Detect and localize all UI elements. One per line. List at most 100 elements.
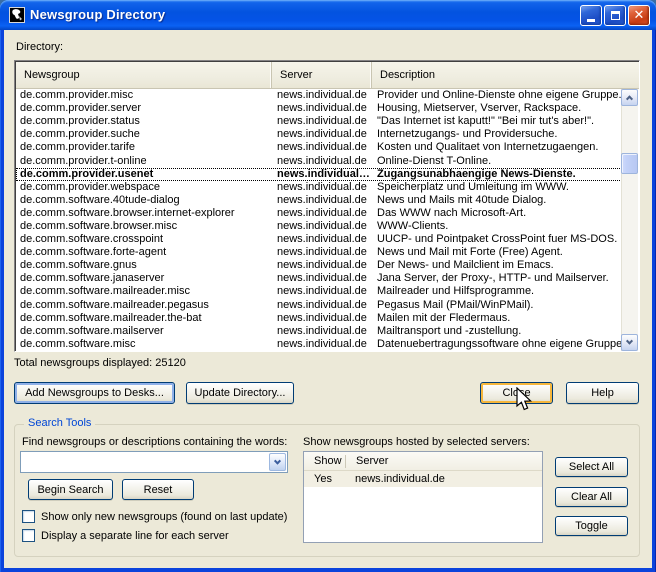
table-row[interactable]: de.comm.software.mailreader.pegasus news.… bbox=[16, 299, 622, 312]
cell-server: news.individual.de bbox=[277, 324, 367, 337]
separate-line-checkbox[interactable] bbox=[22, 529, 35, 542]
cell-newsgroup: de.comm.software.gnus bbox=[20, 259, 137, 272]
update-directory-button[interactable]: Update Directory... bbox=[186, 382, 294, 404]
column-header-description[interactable]: Description bbox=[372, 62, 639, 88]
scroll-up-button[interactable] bbox=[621, 89, 638, 106]
show-new-newsgroups-checkbox[interactable] bbox=[22, 510, 35, 523]
select-all-button[interactable]: Select All bbox=[555, 457, 628, 477]
table-row[interactable]: de.comm.provider.t-online news.individual… bbox=[16, 154, 622, 167]
table-row[interactable]: de.comm.provider.tarife news.individual.d… bbox=[16, 141, 622, 154]
cell-description: Zugangsunabhaengige News-Dienste. bbox=[377, 167, 576, 180]
cell-newsgroup: de.comm.software.mailreader.the-bat bbox=[20, 311, 202, 324]
titlebar[interactable]: Newsgroup Directory ✕ bbox=[0, 0, 656, 30]
total-newsgroups-label: Total newsgroups displayed: 25120 bbox=[14, 357, 186, 369]
table-row[interactable]: de.comm.provider.misc news.individual.de P… bbox=[16, 89, 622, 102]
cell-server: news.individual.de bbox=[277, 141, 367, 154]
table-row[interactable]: de.comm.software.gnus news.individual.de D… bbox=[16, 259, 622, 272]
cell-server: news.individual.de bbox=[277, 219, 367, 232]
cell-description: Jana Server, der Proxy-, HTTP- und Mails… bbox=[377, 272, 609, 285]
cell-description: News und Mails mit 40tude Dialog. bbox=[377, 193, 547, 206]
reset-button[interactable]: Reset bbox=[122, 479, 194, 500]
table-row[interactable]: de.comm.software.browser.internet-explor… bbox=[16, 207, 622, 220]
cell-server: news.individual.de bbox=[277, 154, 367, 167]
clear-all-button[interactable]: Clear All bbox=[555, 487, 628, 507]
cell-server: news.individual.de bbox=[277, 259, 367, 272]
cell-newsgroup: de.comm.software.misc bbox=[20, 337, 136, 350]
servers-label: Show newsgroups hosted by selected serve… bbox=[303, 436, 530, 448]
cell-server: news.individual.de bbox=[277, 311, 367, 324]
newsgroup-table: Newsgroup Server Description de.comm.provi… bbox=[14, 60, 640, 352]
cell-description: Kosten und Qualitaet von Internetzugaeng… bbox=[377, 141, 599, 154]
table-row[interactable]: de.comm.software.40tude-dialog news.indiv… bbox=[16, 194, 622, 207]
cell-description: Das WWW nach Microsoft-Art. bbox=[377, 206, 527, 219]
separate-line-label: Display a separate line for each server bbox=[41, 529, 229, 542]
cell-server: news.individual.de bbox=[277, 89, 367, 102]
add-newsgroups-button[interactable]: Add Newsgroups to Desks... bbox=[14, 382, 175, 404]
table-row[interactable]: de.comm.software.mailreader.the-bat news.… bbox=[16, 312, 622, 325]
scrollbar-thumb[interactable] bbox=[621, 153, 638, 174]
table-row[interactable]: de.comm.provider.usenet news.individual.d… bbox=[16, 167, 622, 181]
cell-newsgroup: de.comm.software.janaserver bbox=[20, 272, 165, 285]
table-row[interactable]: de.comm.provider.server news.individual.d… bbox=[16, 102, 622, 115]
cell-server: news.individual.de bbox=[277, 115, 367, 128]
server-row[interactable]: Yes news.individual.de bbox=[304, 471, 542, 487]
cell-description: Online-Dienst T-Online. bbox=[377, 154, 492, 167]
server-column-header-server[interactable]: Server bbox=[346, 455, 542, 468]
cell-newsgroup: de.comm.provider.suche bbox=[20, 128, 140, 141]
cell-newsgroup: de.comm.software.mailserver bbox=[20, 324, 164, 337]
scroll-up-icon bbox=[625, 95, 634, 103]
cell-newsgroup: de.comm.software.crosspoint bbox=[20, 233, 164, 246]
close-window-button[interactable]: ✕ bbox=[628, 5, 650, 26]
table-row[interactable]: de.comm.software.mailreader.misc news.ind… bbox=[16, 285, 622, 298]
toggle-button[interactable]: Toggle bbox=[555, 516, 628, 536]
server-column-header-show[interactable]: Show bbox=[304, 454, 346, 468]
cell-newsgroup: de.comm.provider.misc bbox=[20, 89, 134, 102]
minimize-icon bbox=[587, 18, 595, 22]
table-row[interactable]: de.comm.software.janaserver news.individu… bbox=[16, 272, 622, 285]
help-button[interactable]: Help bbox=[566, 382, 639, 404]
cell-newsgroup: de.comm.provider.server bbox=[20, 102, 142, 115]
cell-description: Mailtransport und -zustellung. bbox=[377, 324, 522, 337]
scroll-down-button[interactable] bbox=[621, 334, 638, 351]
cell-server: news.individual.de bbox=[277, 167, 372, 180]
chevron-down-icon bbox=[273, 457, 282, 465]
server-cell-show: Yes bbox=[314, 473, 332, 485]
column-header-newsgroup[interactable]: Newsgroup bbox=[16, 62, 272, 88]
table-row[interactable]: de.comm.software.mailserver news.individu… bbox=[16, 325, 622, 338]
server-list[interactable]: Show Server Yes news.individual.de bbox=[303, 451, 543, 543]
cell-description: Provider und Online-Dienste ohne eigene … bbox=[377, 89, 622, 102]
cell-server: news.individual.de bbox=[277, 285, 367, 298]
cell-description: Pegasus Mail (PMail/WinPMail). bbox=[377, 298, 534, 311]
table-row[interactable]: de.comm.software.forte-agent news.individ… bbox=[16, 246, 622, 259]
vertical-scrollbar[interactable] bbox=[621, 89, 638, 351]
minimize-button[interactable] bbox=[580, 5, 602, 26]
search-words-combobox[interactable] bbox=[20, 451, 288, 473]
table-row[interactable]: de.comm.software.misc news.individual.de D… bbox=[16, 338, 622, 351]
table-row[interactable]: de.comm.provider.status news.individual.d… bbox=[16, 115, 622, 128]
table-row[interactable]: de.comm.provider.webspace news.individual… bbox=[16, 181, 622, 194]
cell-newsgroup: de.comm.provider.status bbox=[20, 115, 140, 128]
table-header: Newsgroup Server Description bbox=[16, 62, 639, 89]
window-title: Newsgroup Directory bbox=[30, 7, 166, 22]
cell-server: news.individual.de bbox=[277, 102, 367, 115]
scroll-down-icon bbox=[625, 337, 634, 345]
directory-label: Directory: bbox=[16, 41, 64, 53]
close-button[interactable]: Close bbox=[480, 382, 553, 404]
cell-description: Datenuebertragungssoftware ohne eigene G… bbox=[377, 337, 622, 350]
search-tools-title: Search Tools bbox=[24, 417, 96, 429]
show-new-newsgroups-label: Show only new newsgroups (found on last … bbox=[41, 510, 288, 523]
cell-newsgroup: de.comm.provider.t-online bbox=[20, 154, 147, 167]
cell-server: news.individual.de bbox=[277, 298, 367, 311]
table-row[interactable]: de.comm.software.browser.misc news.indivi… bbox=[16, 220, 622, 233]
directory-rows: de.comm.provider.misc news.individual.de P… bbox=[16, 89, 622, 351]
server-rows: Yes news.individual.de bbox=[304, 471, 542, 487]
combo-dropdown-button[interactable] bbox=[269, 453, 286, 471]
maximize-button[interactable] bbox=[604, 5, 626, 26]
column-header-server[interactable]: Server bbox=[272, 62, 372, 88]
begin-search-button[interactable]: Begin Search bbox=[28, 479, 113, 500]
cell-description: "Das Internet ist kaputt!" "Bei mir tut'… bbox=[377, 115, 595, 128]
cell-server: news.individual.de bbox=[277, 180, 367, 193]
table-row[interactable]: de.comm.software.crosspoint news.individu… bbox=[16, 233, 622, 246]
cell-newsgroup: de.comm.provider.webspace bbox=[20, 180, 161, 193]
table-row[interactable]: de.comm.provider.suche news.individual.de… bbox=[16, 128, 622, 141]
